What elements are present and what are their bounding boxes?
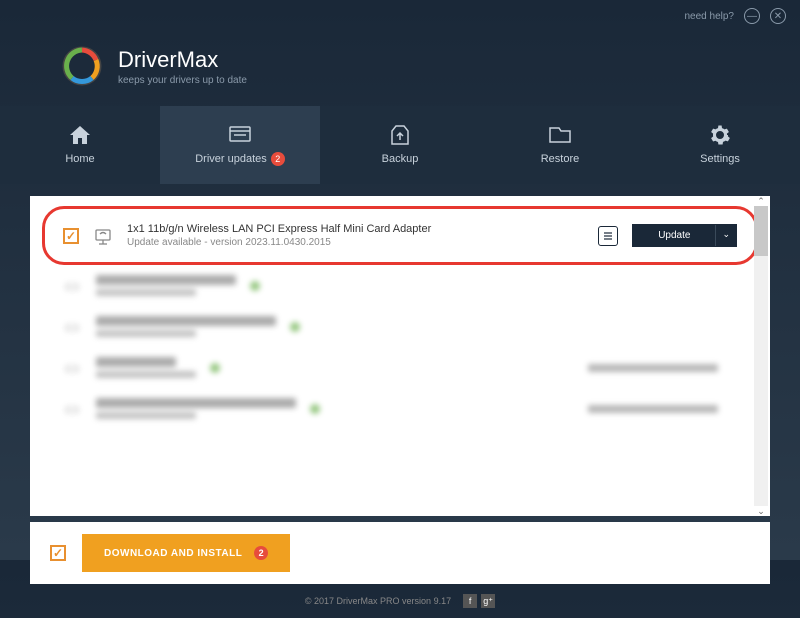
nav-backup[interactable]: Backup bbox=[320, 106, 480, 184]
home-icon bbox=[69, 125, 91, 145]
network-adapter-icon bbox=[93, 226, 113, 246]
logo-icon bbox=[60, 44, 104, 88]
minimize-button[interactable]: — bbox=[744, 8, 760, 24]
download-label: DOWNLOAD AND INSTALL bbox=[104, 548, 242, 559]
device-icon: ▭ bbox=[62, 399, 82, 419]
nav-settings[interactable]: Settings bbox=[640, 106, 800, 184]
driver-checkbox[interactable] bbox=[63, 228, 79, 244]
updates-icon bbox=[229, 124, 251, 144]
nav-updates-label: Driver updates bbox=[195, 153, 267, 165]
update-dropdown[interactable]: ⌄ bbox=[715, 225, 736, 246]
driver-subtitle: Update available - version 2023.11.0430.… bbox=[127, 237, 584, 248]
nav-settings-label: Settings bbox=[700, 153, 740, 165]
nav-driver-updates[interactable]: Driver updates 2 bbox=[160, 106, 320, 184]
help-link[interactable]: need help? bbox=[685, 11, 735, 22]
nav-home-label: Home bbox=[65, 153, 94, 165]
driver-row-blurred: ▭ bbox=[38, 388, 762, 429]
download-badge: 2 bbox=[254, 546, 268, 560]
nav-home[interactable]: Home bbox=[0, 106, 160, 184]
scrollbar-thumb[interactable] bbox=[754, 206, 768, 256]
nav-restore[interactable]: Restore bbox=[480, 106, 640, 184]
app-title: DriverMax bbox=[118, 47, 247, 73]
driver-row-highlighted[interactable]: 1x1 11b/g/n Wireless LAN PCI Express Hal… bbox=[42, 206, 758, 265]
google-plus-icon[interactable]: g⁺ bbox=[481, 594, 495, 608]
gear-icon bbox=[709, 125, 731, 145]
status-ok-icon bbox=[290, 322, 300, 332]
select-all-checkbox[interactable] bbox=[50, 545, 66, 561]
status-ok-icon bbox=[310, 404, 320, 414]
details-icon[interactable] bbox=[598, 226, 618, 246]
audio-icon: ▭ bbox=[62, 317, 82, 337]
driver-title: 1x1 11b/g/n Wireless LAN PCI Express Hal… bbox=[127, 223, 584, 235]
restore-icon bbox=[549, 125, 571, 145]
facebook-icon[interactable]: f bbox=[463, 594, 477, 608]
driver-row-blurred: ▭ bbox=[38, 265, 762, 306]
bottom-action-bar: DOWNLOAD AND INSTALL 2 bbox=[30, 522, 770, 584]
brand-header: DriverMax keeps your drivers up to date bbox=[0, 32, 800, 106]
backup-icon bbox=[389, 125, 411, 145]
status-ok-icon bbox=[210, 363, 220, 373]
close-button[interactable]: ✕ bbox=[770, 8, 786, 24]
nav-restore-label: Restore bbox=[541, 153, 580, 165]
copyright: © 2017 DriverMax PRO version 9.17 bbox=[305, 596, 451, 606]
updates-badge: 2 bbox=[271, 152, 285, 166]
status-ok-icon bbox=[250, 281, 260, 291]
app-tagline: keeps your drivers up to date bbox=[118, 75, 247, 86]
scroll-down[interactable]: ⌄ bbox=[754, 504, 768, 518]
update-button[interactable]: Update bbox=[633, 225, 715, 246]
nav-backup-label: Backup bbox=[382, 153, 419, 165]
display-icon: ▭ bbox=[62, 276, 82, 296]
device-icon: ▭ bbox=[62, 358, 82, 378]
driver-row-blurred: ▭ bbox=[38, 306, 762, 347]
main-nav: Home Driver updates 2 Backup Restore Sett… bbox=[0, 106, 800, 184]
driver-list-panel: ⌃ ⌄ 1x1 11b/g/n Wireless LAN PCI Express… bbox=[30, 196, 770, 516]
download-install-button[interactable]: DOWNLOAD AND INSTALL 2 bbox=[82, 534, 290, 572]
footer: © 2017 DriverMax PRO version 9.17 f g⁺ bbox=[0, 584, 800, 618]
driver-row-blurred: ▭ bbox=[38, 347, 762, 388]
